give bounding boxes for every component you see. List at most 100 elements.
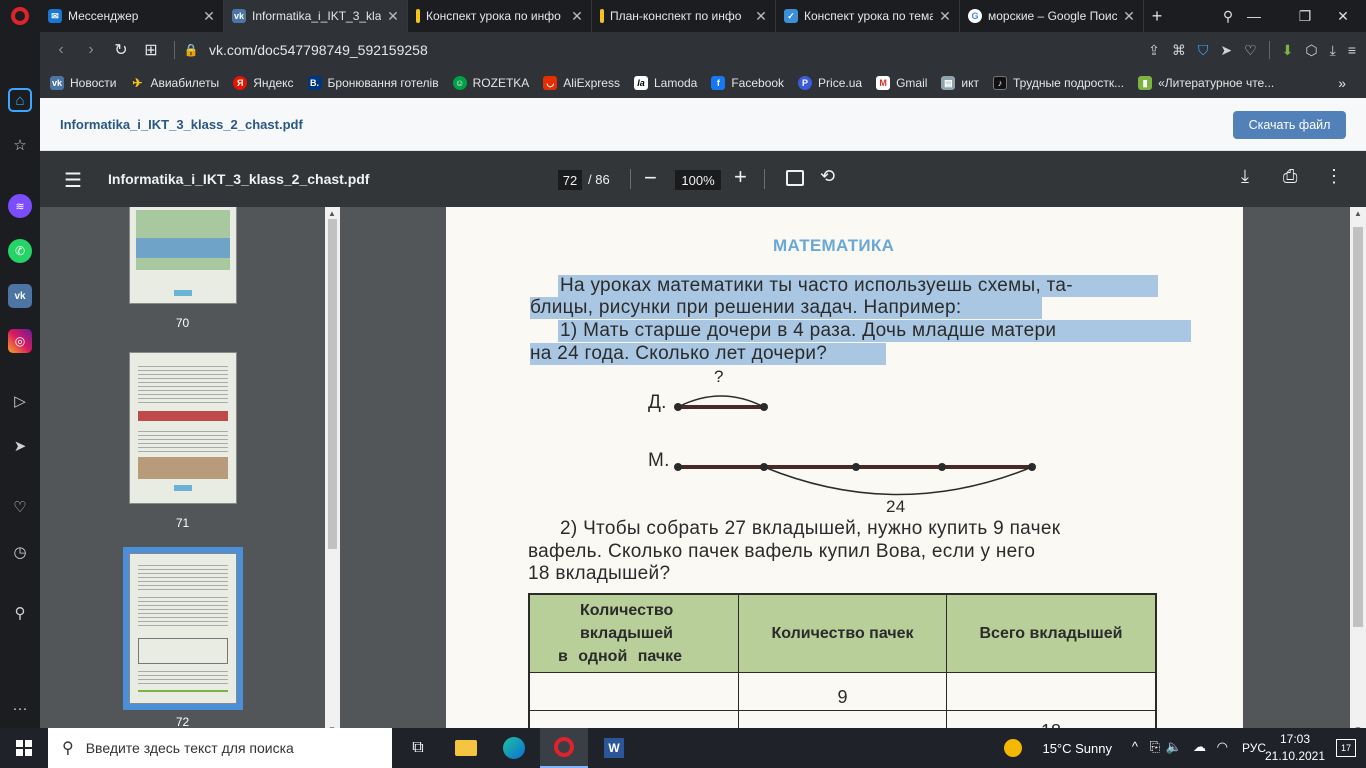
tab-konspekt-1[interactable]: Конспект урока по инфо ✕ [408,0,592,32]
more-bookmarks-icon[interactable]: » [1338,75,1346,91]
weather-text[interactable]: 15°C Sunny [1042,741,1112,756]
bookmark-booking[interactable]: B. Бронювання готелів [307,76,439,90]
task-line: 2) Чтобы собрать 27 вкладышей, нужно куп… [560,518,1061,539]
download-icon[interactable]: ⤓ [1241,166,1249,187]
cloud-icon[interactable]: ☁ [1193,739,1206,755]
fit-page-icon[interactable] [786,170,804,186]
tab-informatika[interactable]: vk Informatika_i_IKT_3_klass ✕ [224,0,408,32]
send-icon[interactable]: ➤ [1220,42,1232,59]
bookmark-aliexpress[interactable]: ◡ AliExpress [543,76,620,90]
bookmark-ikt[interactable]: ▤ икт [941,76,979,90]
scrollbar-thumb[interactable] [1353,227,1363,627]
url-field[interactable]: vk.com/doc547798749_592159258 [209,42,428,58]
zoom-level-input[interactable]: 100% [675,170,721,190]
tab-konspekt-2[interactable]: ✓ Конспект урока по тема ✕ [776,0,960,32]
task-view-icon[interactable]: ⧉ [394,728,442,768]
download-file-button[interactable]: Скачать файл [1233,111,1346,139]
zoom-in-icon[interactable]: + [734,164,747,190]
tabs-grid-icon[interactable]: ⊞ [136,40,166,60]
home-icon[interactable]: ⌂ [8,88,32,112]
thumbnail-page[interactable] [129,207,237,304]
word-icon[interactable]: W [590,728,638,768]
lock-icon[interactable]: 🔒 [183,43,199,57]
thumbnail-rule [138,690,228,692]
clock-time[interactable]: 17:03 [1270,732,1320,746]
page-number-input[interactable]: 72 [558,170,582,190]
instagram-icon[interactable]: ◎ [8,329,32,353]
network-icon[interactable]: ⎘ [1150,739,1160,755]
notifications-icon[interactable]: 17 [1336,739,1356,757]
more-icon[interactable]: ··· [8,696,32,720]
star-icon[interactable]: ☆ [8,133,32,157]
reload-icon[interactable]: ↻ [106,40,136,60]
lightbulb-icon[interactable]: ⚲ [8,601,32,625]
close-tab-icon[interactable]: ✕ [1121,8,1137,25]
new-tab-button[interactable]: + [1144,0,1170,32]
segment-point [852,463,860,471]
rotate-icon[interactable]: ⟲ [820,166,835,187]
bookmark-rozetka[interactable]: ☺ ROZETKA [452,76,529,90]
bookmark-yandex[interactable]: Я Яндекс [233,76,294,90]
close-tab-icon[interactable]: ✕ [569,8,585,25]
close-window-button[interactable]: ✕ [1320,0,1366,32]
file-explorer-icon[interactable] [442,728,490,768]
close-tab-icon[interactable]: ✕ [937,8,953,25]
tab-messenger[interactable]: ✉ Мессенджер ✕ [40,0,224,32]
chevron-up-icon[interactable]: ^ [1132,739,1138,754]
thumbnail-scrollbar[interactable]: ▲ ▼ [325,207,340,736]
minimize-button[interactable]: — [1236,0,1272,32]
heart-icon[interactable]: ♡ [8,495,32,519]
thumbnail-page-selected[interactable] [129,553,237,704]
bookmark-lamoda[interactable]: la Lamoda [633,76,697,90]
whatsapp-icon[interactable]: ✆ [8,239,32,263]
camera-icon[interactable]: ⌘ [1172,42,1186,59]
clock-date[interactable]: 21.10.2021 [1262,749,1328,763]
heart-icon[interactable]: ♡ [1244,42,1257,59]
close-tab-icon[interactable]: ✕ [385,8,401,25]
close-tab-icon[interactable]: ✕ [753,8,769,25]
tab-google-search[interactable]: G морские – Google Поис ✕ [960,0,1144,32]
downloads-icon[interactable]: ⤓ [1330,42,1336,59]
zoom-out-icon[interactable]: − [644,165,657,191]
table-cell [530,673,739,711]
bookmark-aviabilety[interactable]: ✈ Авиабилеты [130,76,219,90]
send-icon[interactable]: ➤ [8,434,32,458]
vk-icon[interactable]: vk [8,284,32,308]
bookmark-literaturnoe[interactable]: ▮ «Литературное чте... [1138,76,1274,90]
more-options-icon[interactable]: ⋮ [1325,166,1343,187]
close-tab-icon[interactable]: ✕ [201,8,217,25]
vpn-download-icon[interactable]: ⬇ [1282,42,1294,59]
opera-taskbar-icon[interactable] [540,728,588,768]
menu-icon[interactable]: ≡ [1348,42,1356,58]
scroll-up-icon[interactable]: ▲ [1354,209,1362,218]
bookmark-trudnye[interactable]: ♪ Трудные подростк... [993,76,1124,90]
bookmark-novosti[interactable]: vk Новости [50,76,116,90]
forward-icon[interactable]: › [76,41,106,59]
cube-icon[interactable]: ⬡ [1305,42,1317,59]
start-button[interactable] [0,728,48,768]
player-icon[interactable]: ▷ [8,389,32,413]
messenger-icon[interactable]: ≋ [8,194,32,218]
scroll-up-icon[interactable]: ▲ [328,209,336,218]
vk-icon: vk [50,76,64,90]
thumbnail-page[interactable] [129,352,237,504]
opera-menu-button[interactable] [0,0,40,32]
bookmark-facebook[interactable]: f Facebook [711,76,784,90]
tab-plan-konspekt[interactable]: План-конспект по инфо ✕ [592,0,776,32]
history-icon[interactable]: ◷ [8,540,32,564]
aliexpress-icon: ◡ [543,76,558,90]
back-icon[interactable]: ‹ [46,41,76,59]
wifi-icon[interactable]: ◠ [1217,739,1228,755]
table-cell [947,673,1155,711]
edge-icon[interactable] [490,728,538,768]
volume-icon[interactable]: 🔈 [1166,739,1182,755]
print-icon[interactable]: ⎙ [1283,166,1297,187]
document-scrollbar[interactable]: ▲ ▼ [1350,207,1366,736]
taskbar-search[interactable]: ⚲ Введите здесь текст для поиска [48,728,392,768]
shield-icon[interactable]: ⛉ [1198,42,1209,59]
bookmark-price[interactable]: P Price.ua [798,76,862,90]
hamburger-menu-icon[interactable]: ☰ [64,168,82,193]
share-icon[interactable]: ⇪ [1148,42,1160,59]
scrollbar-thumb[interactable] [328,219,337,549]
bookmark-gmail[interactable]: M Gmail [876,76,927,90]
